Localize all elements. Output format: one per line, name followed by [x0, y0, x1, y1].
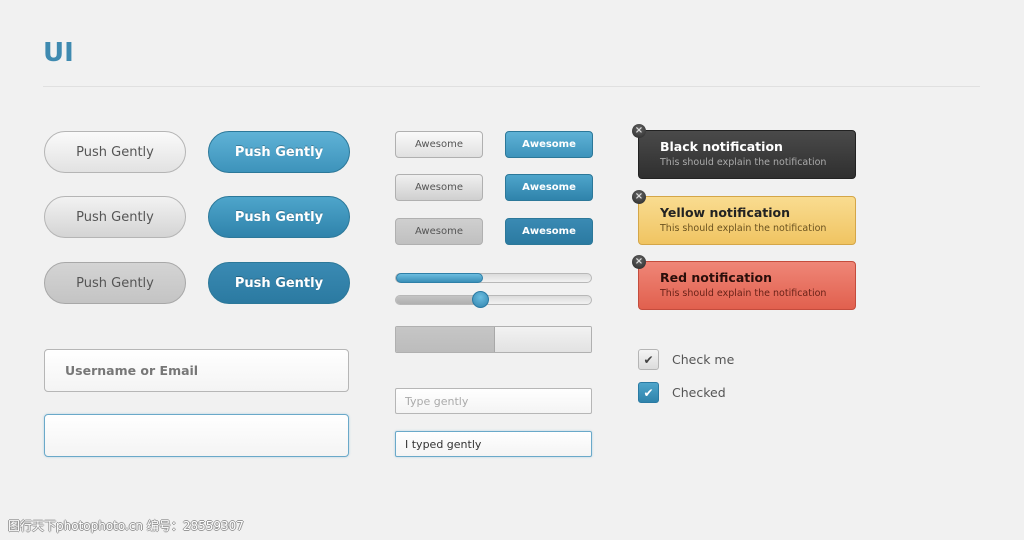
gray-pill-button-pressed[interactable]: Push Gently	[44, 262, 186, 304]
typed-gently-input[interactable]	[395, 431, 592, 457]
blue-awesome-button-pressed[interactable]: Awesome	[505, 218, 593, 245]
red-notification: × Red notification This should explain t…	[632, 255, 856, 310]
progress-bar-fill	[396, 273, 483, 283]
check-icon: ✔	[643, 385, 654, 400]
yellow-notification: × Yellow notification This should explai…	[632, 190, 856, 245]
gray-awesome-button-hover[interactable]: Awesome	[395, 174, 483, 201]
blue-pill-button-pressed[interactable]: Push Gently	[208, 262, 350, 304]
progress-bar	[395, 273, 592, 283]
blue-pill-button-hover[interactable]: Push Gently	[208, 196, 350, 238]
segment-selected[interactable]	[396, 327, 495, 352]
segment-unselected[interactable]	[494, 327, 591, 352]
blue-pill-button-normal[interactable]: Push Gently	[208, 131, 350, 173]
check-icon: ✔	[643, 352, 654, 367]
checked-checkbox[interactable]: ✔	[638, 382, 659, 403]
slider-fill	[396, 296, 481, 304]
slider[interactable]	[395, 291, 592, 308]
notification-title: Black notification	[660, 139, 783, 154]
close-icon[interactable]: ×	[632, 190, 646, 204]
gray-awesome-button-normal[interactable]: Awesome	[395, 131, 483, 158]
gray-pill-button-normal[interactable]: Push Gently	[44, 131, 186, 173]
notification-title: Red notification	[660, 270, 773, 285]
gray-pill-button-hover[interactable]: Push Gently	[44, 196, 186, 238]
header-divider	[43, 86, 980, 87]
checked-label: Checked	[672, 385, 726, 400]
close-icon[interactable]: ×	[632, 124, 646, 138]
blue-awesome-button-hover[interactable]: Awesome	[505, 174, 593, 201]
watermark: 图行天下photophoto.cn 编号：28559307	[8, 519, 244, 533]
notification-body: This should explain the notification	[660, 288, 827, 299]
close-icon[interactable]: ×	[632, 255, 646, 269]
type-gently-input[interactable]	[395, 388, 592, 414]
notification-body: This should explain the notification	[660, 157, 827, 168]
blue-awesome-button-normal[interactable]: Awesome	[505, 131, 593, 158]
username-email-input[interactable]	[44, 349, 349, 392]
slider-handle[interactable]	[471, 291, 489, 308]
gray-awesome-button-pressed[interactable]: Awesome	[395, 218, 483, 245]
black-notification: × Black notification This should explain…	[632, 124, 856, 179]
check-me-label: Check me	[672, 352, 735, 367]
page-title: UI	[43, 38, 74, 68]
notification-body: This should explain the notification	[660, 223, 827, 234]
segmented-control[interactable]	[395, 326, 592, 353]
notification-title: Yellow notification	[660, 205, 791, 220]
check-me-checkbox[interactable]: ✔	[638, 349, 659, 370]
focused-text-input[interactable]	[44, 414, 349, 457]
